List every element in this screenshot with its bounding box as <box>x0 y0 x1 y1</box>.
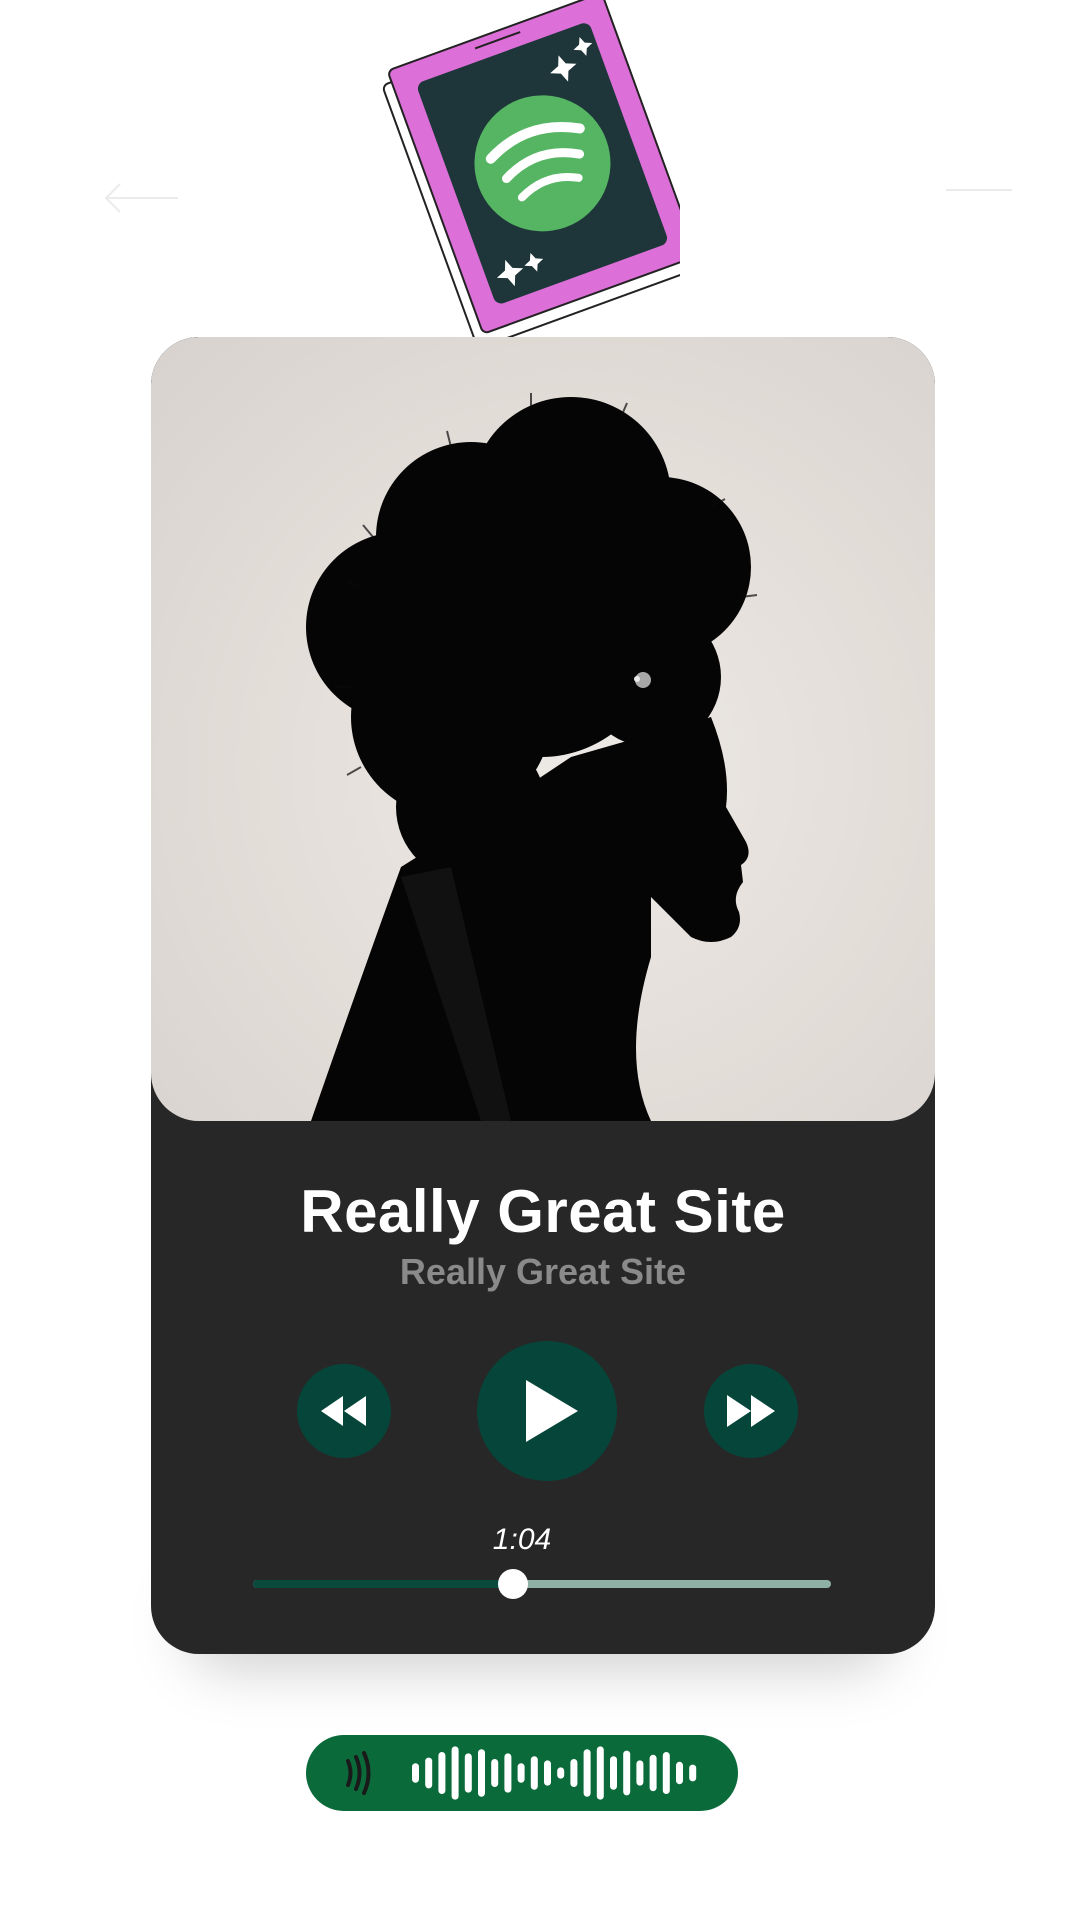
code-bar <box>676 1761 683 1785</box>
code-bar <box>623 1750 631 1796</box>
track-artist: Really Great Site <box>399 1251 687 1292</box>
progress-played <box>253 1580 514 1588</box>
code-bar <box>517 1763 525 1783</box>
code-bar <box>491 1759 499 1787</box>
code-bar <box>596 1746 604 1800</box>
play-icon <box>526 1380 578 1442</box>
elapsed-time: 1:04 <box>492 1523 552 1556</box>
code-bar <box>504 1753 512 1793</box>
spotify-logo-sticker <box>382 0 680 345</box>
code-bar <box>649 1754 657 1792</box>
code-bar <box>570 1759 578 1787</box>
code-bar <box>610 1756 617 1790</box>
code-bar <box>689 1764 697 1782</box>
code-bar <box>425 1757 433 1789</box>
code-bar <box>662 1752 670 1794</box>
progress-thumb[interactable] <box>498 1569 529 1599</box>
code-bar <box>412 1763 419 1783</box>
play-button[interactable] <box>477 1341 617 1481</box>
code-bars <box>412 1746 697 1800</box>
spotify-code[interactable] <box>306 1735 738 1811</box>
code-bar <box>451 1746 459 1800</box>
code-bar <box>478 1749 485 1797</box>
spotify-code-logo-icon <box>346 1751 371 1795</box>
progress-bar[interactable] <box>253 1569 831 1599</box>
track-title: Really Great Site <box>300 1178 786 1245</box>
code-bar <box>544 1760 551 1786</box>
code-bar <box>557 1767 565 1779</box>
previous-button[interactable] <box>297 1364 391 1458</box>
code-bar <box>530 1756 538 1790</box>
code-bar <box>438 1752 446 1794</box>
code-bar <box>583 1749 591 1797</box>
album-cover <box>151 337 935 1121</box>
next-button[interactable] <box>704 1364 798 1458</box>
rewind-icon <box>321 1396 366 1426</box>
code-bar <box>636 1760 644 1786</box>
code-bar <box>464 1753 472 1793</box>
arrow-left-icon[interactable] <box>96 178 192 218</box>
player-card: Really Great Site Really Great Site 1:04 <box>151 337 935 1654</box>
page: Really Great Site Really Great Site 1:04 <box>0 0 1080 1920</box>
fast-forward-icon <box>727 1395 775 1427</box>
arrow-right-icon[interactable] <box>940 178 1036 218</box>
